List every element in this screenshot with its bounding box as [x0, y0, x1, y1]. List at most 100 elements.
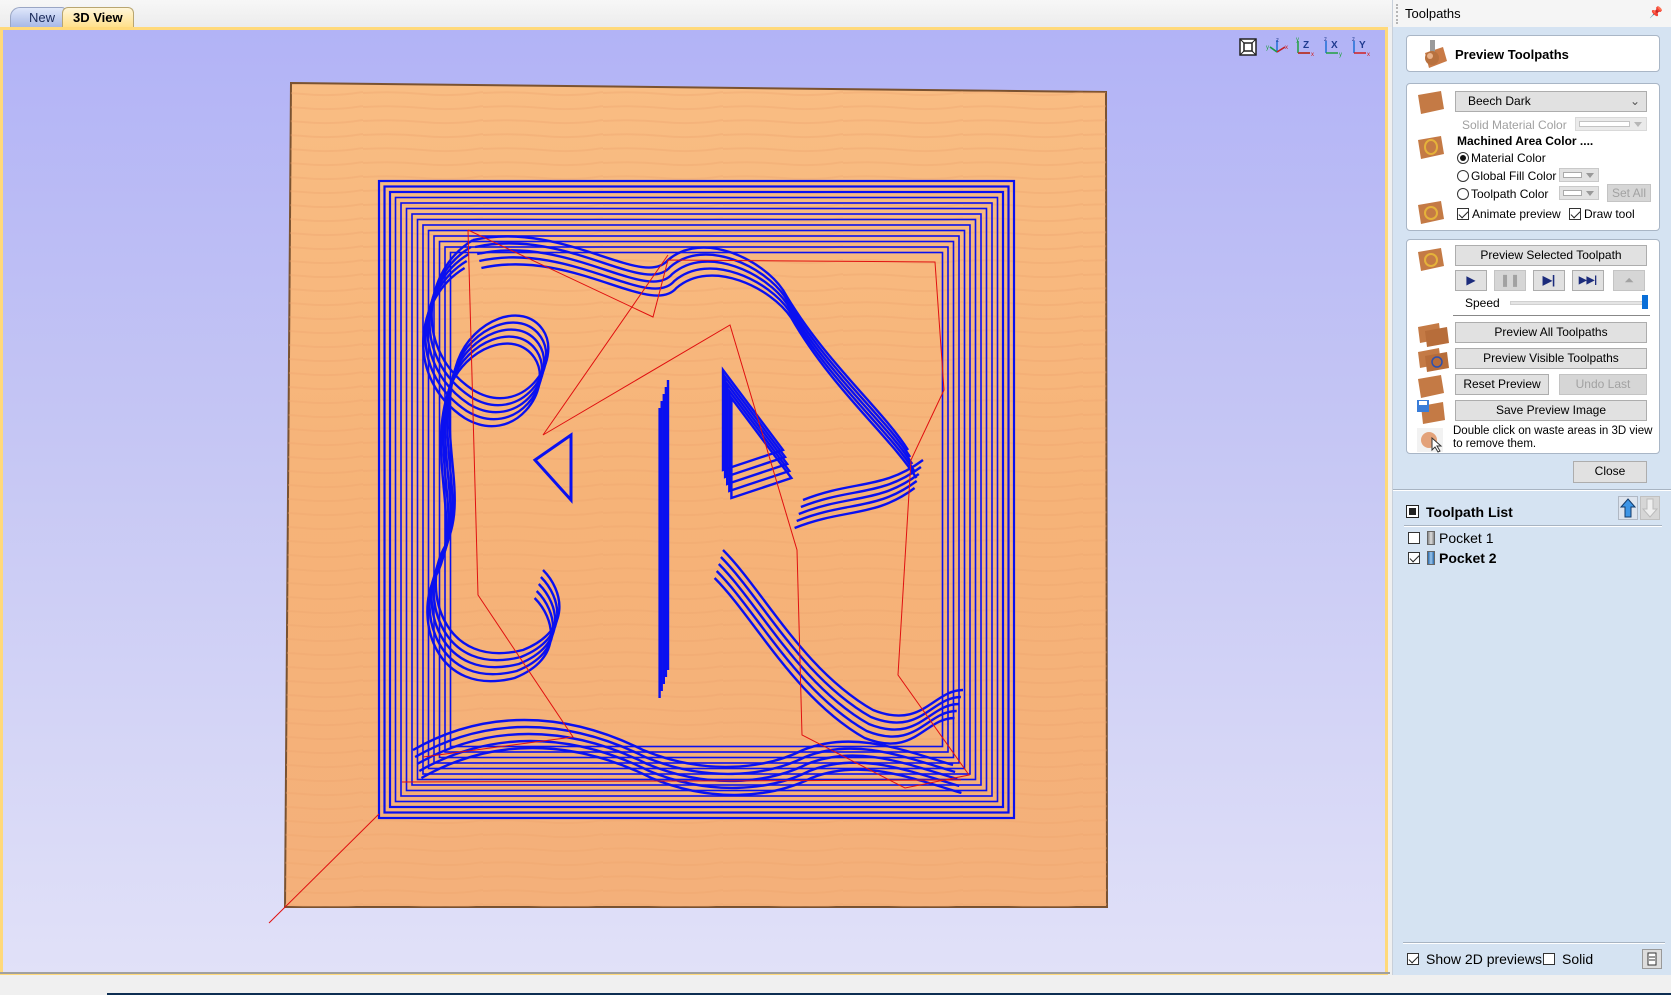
radio-button[interactable]	[1457, 170, 1469, 182]
document-icon	[1647, 952, 1657, 966]
end-mill-icon	[1427, 551, 1435, 565]
svg-text:y: y	[1339, 52, 1342, 58]
tab-new[interactable]: New	[10, 7, 67, 27]
preview-all-toolpaths-button[interactable]: Preview All Toolpaths	[1455, 322, 1647, 343]
toolpath-list-toggle-icon[interactable]	[1406, 505, 1419, 518]
arrow-down-icon	[1641, 498, 1659, 518]
play-button[interactable]: ▶	[1455, 270, 1487, 291]
svg-text:z: z	[1352, 37, 1355, 43]
move-down-button[interactable]	[1640, 496, 1660, 520]
checkbox[interactable]	[1457, 208, 1469, 220]
preview-visible-toolpaths-button[interactable]: Preview Visible Toolpaths	[1455, 348, 1647, 369]
material-settings-card: Beech Dark ⌄ Solid Material Color Machin…	[1406, 83, 1660, 231]
reset-preview-icon	[1418, 375, 1444, 398]
reset-preview-button[interactable]: Reset Preview	[1455, 374, 1549, 395]
solid-material-color-picker	[1575, 117, 1647, 131]
toolpath-list-title: Toolpath List	[1426, 504, 1513, 520]
radio-global-fill-color[interactable]: Global Fill Color	[1457, 169, 1556, 183]
toolpath-item-pocket-2[interactable]: Pocket 2	[1408, 550, 1497, 566]
set-all-button[interactable]: Set All	[1607, 184, 1651, 202]
speed-slider-thumb[interactable]	[1642, 295, 1648, 309]
toolpath-color-picker[interactable]	[1559, 186, 1599, 200]
3d-view-viewport[interactable]: zyx Zyx Xzy Yzx	[0, 27, 1388, 975]
preview-selected-toolpath-button[interactable]: Preview Selected Toolpath	[1455, 245, 1647, 266]
toolpath-item-label: Pocket 2	[1439, 550, 1497, 566]
radio-label: Material Color	[1471, 151, 1546, 165]
svg-text:x: x	[1367, 52, 1370, 58]
radio-material-color[interactable]: Material Color	[1457, 151, 1546, 165]
animate-preview-checkbox[interactable]: Animate preview	[1457, 207, 1561, 221]
iso-view-icon[interactable]: z y x	[1265, 36, 1289, 58]
svg-text:z: z	[1324, 37, 1327, 43]
toolpaths-panel: Toolpaths 📌 Preview Toolpaths Beech Dark…	[1392, 0, 1671, 975]
svg-text:y: y	[1266, 45, 1269, 51]
svg-text:Z: Z	[1303, 40, 1309, 51]
toolpath-item-label: Pocket 1	[1439, 530, 1494, 546]
preview-selected-icon	[1418, 248, 1444, 271]
checkbox[interactable]	[1543, 953, 1555, 965]
close-button[interactable]: Close	[1573, 461, 1647, 483]
toolpath-visibility-checkbox[interactable]	[1408, 552, 1420, 564]
toolpath-visibility-checkbox[interactable]	[1408, 532, 1420, 544]
preview-all-icon	[1418, 323, 1449, 347]
undo-last-button[interactable]: Undo Last	[1559, 374, 1647, 395]
preview-visible-icon	[1418, 348, 1449, 372]
stop-button[interactable]: ⏶	[1613, 270, 1645, 291]
list-options-button[interactable]	[1642, 949, 1662, 969]
material-grain	[285, 83, 1107, 907]
solid-material-color-label: Solid Material Color	[1462, 118, 1567, 132]
material-select-value: Beech Dark	[1468, 94, 1531, 108]
speed-slider-track[interactable]	[1510, 301, 1648, 305]
global-fill-color-picker[interactable]	[1559, 168, 1599, 182]
save-preview-image-button[interactable]: Save Preview Image	[1455, 400, 1647, 421]
status-bar	[0, 975, 1671, 995]
radio-button[interactable]	[1457, 152, 1469, 164]
toolpath-item-pocket-1[interactable]: Pocket 1	[1408, 530, 1493, 546]
checkbox[interactable]	[1569, 208, 1581, 220]
save-preview-image-icon	[1417, 400, 1445, 424]
draw-tool-checkbox[interactable]: Draw tool	[1569, 207, 1635, 221]
pin-icon[interactable]: 📌	[1649, 6, 1663, 19]
panel-title: Toolpaths	[1405, 6, 1461, 21]
preview-toolpaths-header: Preview Toolpaths	[1406, 35, 1660, 72]
checkbox[interactable]	[1407, 953, 1419, 965]
animate-preview-icon	[1418, 201, 1444, 224]
move-up-button[interactable]	[1618, 496, 1638, 520]
side-view-y-icon[interactable]: Yz x	[1349, 36, 1373, 58]
svg-text:Y: Y	[1359, 40, 1366, 51]
radio-label: Toolpath Color	[1471, 187, 1549, 201]
footer-divider	[1403, 942, 1665, 944]
divider	[1453, 315, 1650, 316]
checkbox-label: Animate preview	[1472, 207, 1561, 221]
radio-label: Global Fill Color	[1471, 169, 1557, 183]
preview-toolpaths-title: Preview Toolpaths	[1455, 47, 1569, 62]
speed-label: Speed	[1465, 296, 1500, 310]
svg-text:x: x	[1285, 45, 1288, 51]
panel-grip[interactable]	[1396, 4, 1398, 24]
view-toolbar: zyx Zyx Xzy Yzx	[1237, 36, 1373, 58]
pause-button[interactable]: ❚❚	[1494, 270, 1526, 291]
front-view-x-icon[interactable]: Xz y	[1321, 36, 1345, 58]
checkbox-label: Show 2D previews	[1426, 951, 1542, 967]
radio-button[interactable]	[1457, 188, 1469, 200]
3d-scene[interactable]	[3, 30, 1385, 972]
radio-toolpath-color[interactable]: Toolpath Color	[1457, 187, 1548, 201]
zoom-extents-icon[interactable]	[1237, 36, 1261, 58]
step-button[interactable]: ▶|	[1533, 270, 1565, 291]
section-divider	[1393, 489, 1671, 491]
solid-checkbox[interactable]: Solid	[1543, 951, 1593, 967]
material-select[interactable]: Beech Dark ⌄	[1455, 91, 1647, 112]
checkbox-label: Solid	[1562, 951, 1594, 967]
end-mill-icon	[1427, 531, 1435, 545]
checkbox-label: Draw tool	[1584, 207, 1635, 221]
tab-3d-view[interactable]: 3D View	[62, 7, 134, 28]
svg-text:y: y	[1296, 37, 1299, 43]
svg-text:X: X	[1331, 40, 1338, 51]
waste-area-hint: Double click on waste areas in 3D view t…	[1453, 425, 1653, 450]
svg-text:z: z	[1276, 38, 1279, 44]
panel-header: Toolpaths 📌	[1393, 0, 1671, 27]
svg-text:x: x	[1311, 52, 1314, 58]
fast-forward-button[interactable]: ▶▶|	[1572, 270, 1604, 291]
show-2d-previews-checkbox[interactable]: Show 2D previews	[1407, 951, 1542, 967]
top-view-z-icon[interactable]: Zy x	[1293, 36, 1317, 58]
